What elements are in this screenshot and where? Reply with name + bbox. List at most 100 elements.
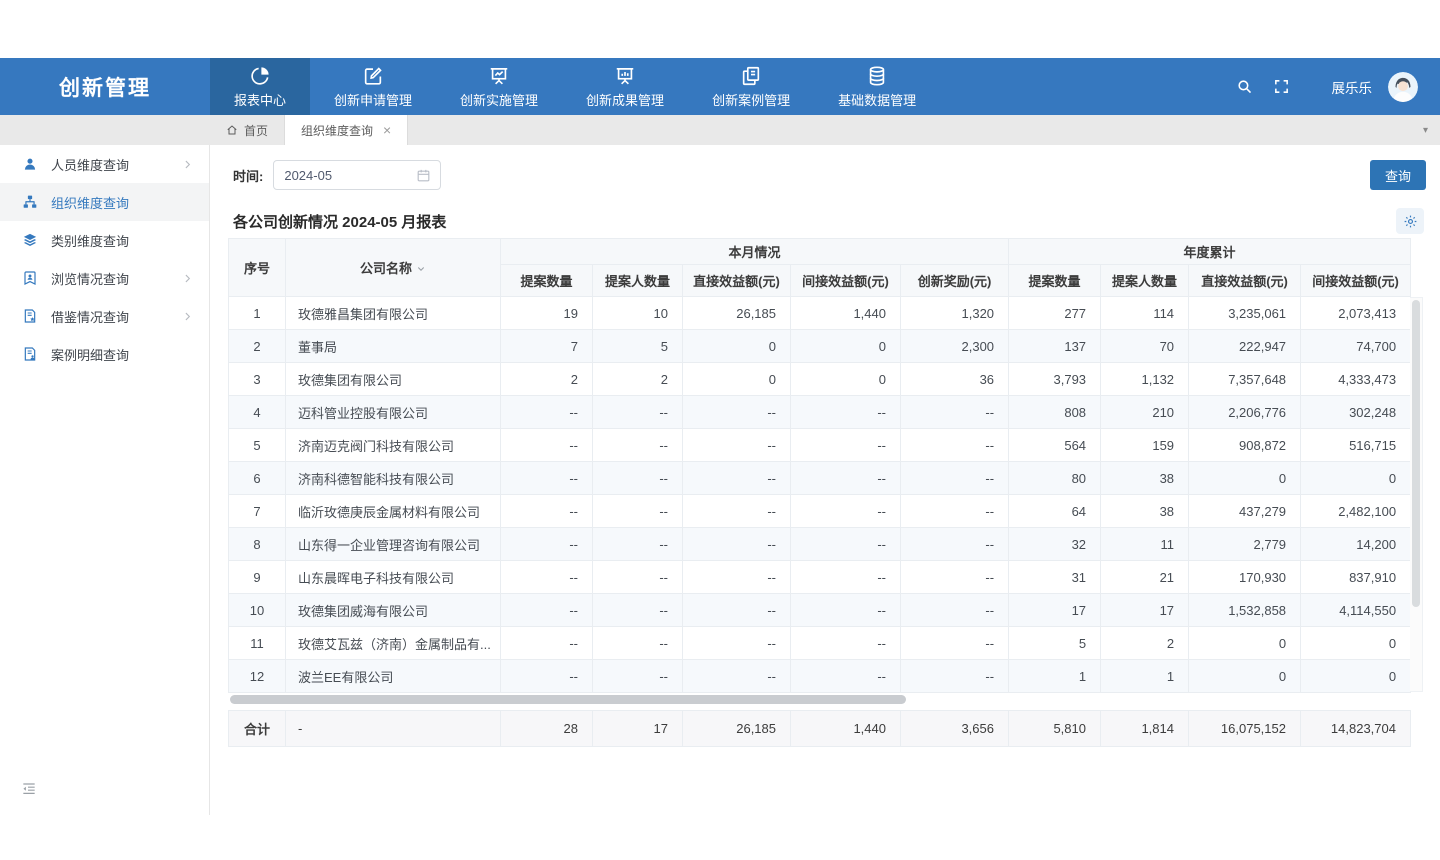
cell-value: 170,930 — [1189, 561, 1301, 594]
tab-close-icon[interactable]: × — [383, 123, 391, 137]
app-logo: 创新管理 — [0, 58, 210, 115]
cell-value: -- — [683, 429, 791, 462]
cell-value: -- — [593, 429, 683, 462]
cell-value: 1,132 — [1101, 363, 1189, 396]
table-row: 5济南迈克阀门科技有限公司----------564159908,872516,… — [229, 429, 1411, 462]
cell-company: 济南迈克阀门科技有限公司 — [286, 429, 501, 462]
topnav-item-pie-chart[interactable]: 报表中心 — [210, 58, 310, 115]
person-icon — [22, 156, 38, 172]
cell-value: 26,185 — [683, 297, 791, 330]
fullscreen-icon[interactable] — [1273, 78, 1290, 95]
topnav-item-board-bars[interactable]: 创新成果管理 — [562, 58, 688, 115]
cell-value: 0 — [791, 363, 901, 396]
table-settings-button[interactable] — [1396, 208, 1424, 234]
cell-value: 137 — [1009, 330, 1101, 363]
cell-value: 4,114,550 — [1301, 594, 1411, 627]
avatar[interactable] — [1388, 72, 1418, 102]
cell-seq: 6 — [229, 462, 286, 495]
tabbar-dropdown-icon[interactable]: ▾ — [1423, 125, 1440, 136]
topnav-item-documents[interactable]: 创新案例管理 — [688, 58, 814, 115]
cell-value: -- — [683, 561, 791, 594]
calendar-icon[interactable] — [416, 168, 431, 183]
cell-seq: 1 — [229, 297, 286, 330]
search-icon[interactable] — [1236, 78, 1253, 95]
tab-label: 首页 — [244, 122, 268, 139]
sidebar-item-person[interactable]: 人员维度查询 — [0, 145, 209, 183]
col-header: 提案数量 — [501, 265, 593, 297]
col-header-company[interactable]: 公司名称 — [286, 239, 501, 297]
cell-value: 516,715 — [1301, 429, 1411, 462]
total-label: 合计 — [229, 711, 286, 747]
sidebar-item-doc-star[interactable]: 借鉴情况查询 — [0, 297, 209, 335]
doc-star-icon — [22, 308, 38, 324]
cell-value: -- — [593, 462, 683, 495]
cell-value: 14,200 — [1301, 528, 1411, 561]
sidebar-item-label: 浏览情况查询 — [51, 269, 182, 288]
col-header: 提案数量 — [1009, 265, 1101, 297]
cell-value: -- — [901, 561, 1009, 594]
sort-caret-icon[interactable] — [416, 264, 426, 274]
cell-value: 1 — [1009, 660, 1101, 693]
cell-company: 济南科德智能科技有限公司 — [286, 462, 501, 495]
cell-value: -- — [593, 660, 683, 693]
cell-value: -- — [501, 429, 593, 462]
cell-value: 2,779 — [1189, 528, 1301, 561]
cell-seq: 8 — [229, 528, 286, 561]
sidebar-item-label: 借鉴情况查询 — [51, 307, 182, 326]
cell-value: -- — [593, 396, 683, 429]
tab[interactable]: 组织维度查询× — [285, 115, 408, 145]
sidebar-item-label: 类别维度查询 — [51, 231, 193, 250]
cell-value: 277 — [1009, 297, 1101, 330]
cell-value: 64 — [1009, 495, 1101, 528]
time-picker[interactable] — [273, 160, 441, 190]
col-header-company-label: 公司名称 — [360, 261, 412, 276]
sidebar-item-doc-detail[interactable]: 案例明细查询 — [0, 335, 209, 373]
cell-value: 0 — [1189, 660, 1301, 693]
cell-value: 5 — [1009, 627, 1101, 660]
cell-seq: 3 — [229, 363, 286, 396]
cell-value: -- — [901, 462, 1009, 495]
cell-value: -- — [683, 495, 791, 528]
search-button[interactable]: 查询 — [1370, 160, 1426, 190]
cell-value: 114 — [1101, 297, 1189, 330]
cell-value: 302,248 — [1301, 396, 1411, 429]
table-row: 3玫德集团有限公司2200363,7931,1327,357,6484,333,… — [229, 363, 1411, 396]
cell-value: 0 — [1189, 627, 1301, 660]
group-header-month: 本月情况 — [501, 239, 1009, 265]
col-header: 间接效益额(元) — [791, 265, 901, 297]
horizontal-scrollbar[interactable] — [228, 695, 1410, 704]
sidebar: 人员维度查询组织维度查询类别维度查询浏览情况查询借鉴情况查询案例明细查询 — [0, 145, 210, 815]
sidebar-collapse-icon[interactable] — [20, 781, 38, 797]
cell-value: 908,872 — [1189, 429, 1301, 462]
cell-value: -- — [501, 561, 593, 594]
topnav-item-database[interactable]: 基础数据管理 — [814, 58, 940, 115]
cell-company: 山东晨晖电子科技有限公司 — [286, 561, 501, 594]
body-row: 人员维度查询组织维度查询类别维度查询浏览情况查询借鉴情况查询案例明细查询 时间:… — [0, 145, 1440, 815]
cell-value: 70 — [1101, 330, 1189, 363]
vertical-scrollbar-thumb[interactable] — [1412, 300, 1420, 607]
sidebar-item-layers[interactable]: 类别维度查询 — [0, 221, 209, 259]
pie-chart-icon — [249, 65, 271, 87]
username[interactable]: 展乐乐 — [1332, 77, 1373, 97]
col-header-seq: 序号 — [229, 239, 286, 297]
cell-value: 1,440 — [791, 297, 901, 330]
cell-value: -- — [791, 429, 901, 462]
time-input[interactable] — [274, 168, 416, 183]
cell-value: -- — [683, 660, 791, 693]
vertical-scrollbar[interactable] — [1410, 297, 1423, 692]
sidebar-item-badge[interactable]: 浏览情况查询 — [0, 259, 209, 297]
cell-value: -- — [791, 462, 901, 495]
cell-value: 210 — [1101, 396, 1189, 429]
cell-value: 1 — [1101, 660, 1189, 693]
horizontal-scrollbar-thumb[interactable] — [230, 695, 906, 704]
table-row: 9山东晨晖电子科技有限公司----------3121170,930837,91… — [229, 561, 1411, 594]
tab[interactable]: 首页 — [210, 115, 285, 145]
cell-seq: 10 — [229, 594, 286, 627]
cell-value: 1,532,858 — [1189, 594, 1301, 627]
cell-value: -- — [791, 594, 901, 627]
cell-value: 7,357,648 — [1189, 363, 1301, 396]
topnav-item-board-chart[interactable]: 创新实施管理 — [436, 58, 562, 115]
cell-value: 564 — [1009, 429, 1101, 462]
sidebar-item-org-chart[interactable]: 组织维度查询 — [0, 183, 209, 221]
topnav-item-edit[interactable]: 创新申请管理 — [310, 58, 436, 115]
